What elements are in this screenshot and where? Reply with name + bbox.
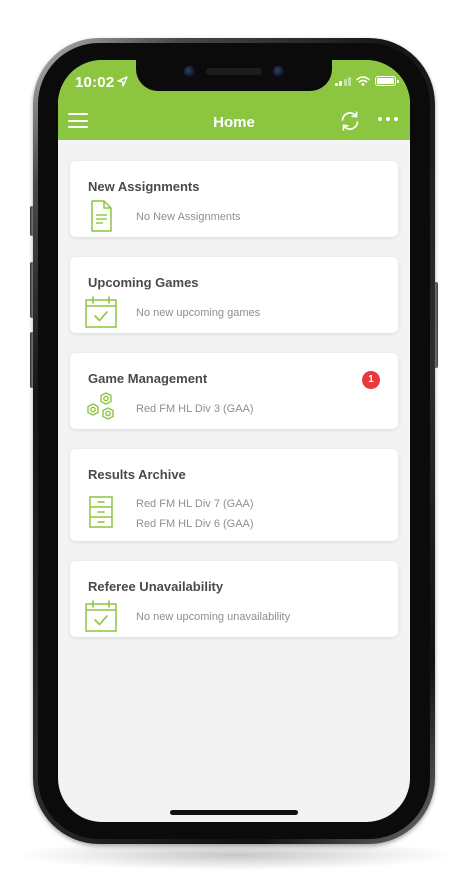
earpiece-speaker [206,68,262,75]
card-detail: Red FM HL Div 3 (GAA) [136,403,254,415]
home-indicator[interactable] [170,810,298,815]
proximity-sensor [184,66,195,77]
file-cabinet-icon [89,496,113,528]
card-title: Game Management [88,371,208,386]
results-archive-card[interactable]: Results Archive Red FM HL Div 7 (GAA) Re… [70,449,398,541]
calendar-check-icon [85,600,117,632]
nav-bar: Home [58,104,410,140]
gears-icon [87,392,114,420]
card-detail: No new upcoming games [136,307,261,319]
sync-icon[interactable] [338,109,362,133]
card-detail: No new upcoming unavailability [136,611,291,623]
card-detail: Red FM HL Div 7 (GAA) [136,498,254,510]
game-management-card[interactable]: Game Management 1 Red FM HL Div 3 (GAA) [70,353,398,429]
calendar-check-icon [85,296,117,328]
location-arrow-icon [117,76,128,87]
card-title: Referee Unavailability [88,579,224,594]
app-screen: 10:02 Home New Assignments No New Assign… [58,60,410,822]
upcoming-games-card[interactable]: Upcoming Games No new upcoming games [70,257,398,333]
device-shadow [20,840,450,870]
document-icon [91,200,112,232]
status-icons [334,76,399,86]
card-title: New Assignments [88,179,200,194]
notification-badge: 1 [362,371,380,389]
more-options-icon[interactable] [378,117,398,121]
status-time: 10:02 [75,74,115,91]
front-camera [273,66,284,77]
new-assignments-card[interactable]: New Assignments No New Assignments [70,161,398,237]
card-detail: Red FM HL Div 6 (GAA) [136,518,254,530]
card-title: Results Archive [88,467,186,482]
battery-icon [375,76,399,86]
wifi-icon [356,76,370,86]
card-title: Upcoming Games [88,275,199,290]
referee-unavailability-card[interactable]: Referee Unavailability No new upcoming u… [70,561,398,637]
cellular-signal-icon [334,76,351,86]
card-detail: No New Assignments [136,211,241,223]
device-notch [136,60,332,91]
